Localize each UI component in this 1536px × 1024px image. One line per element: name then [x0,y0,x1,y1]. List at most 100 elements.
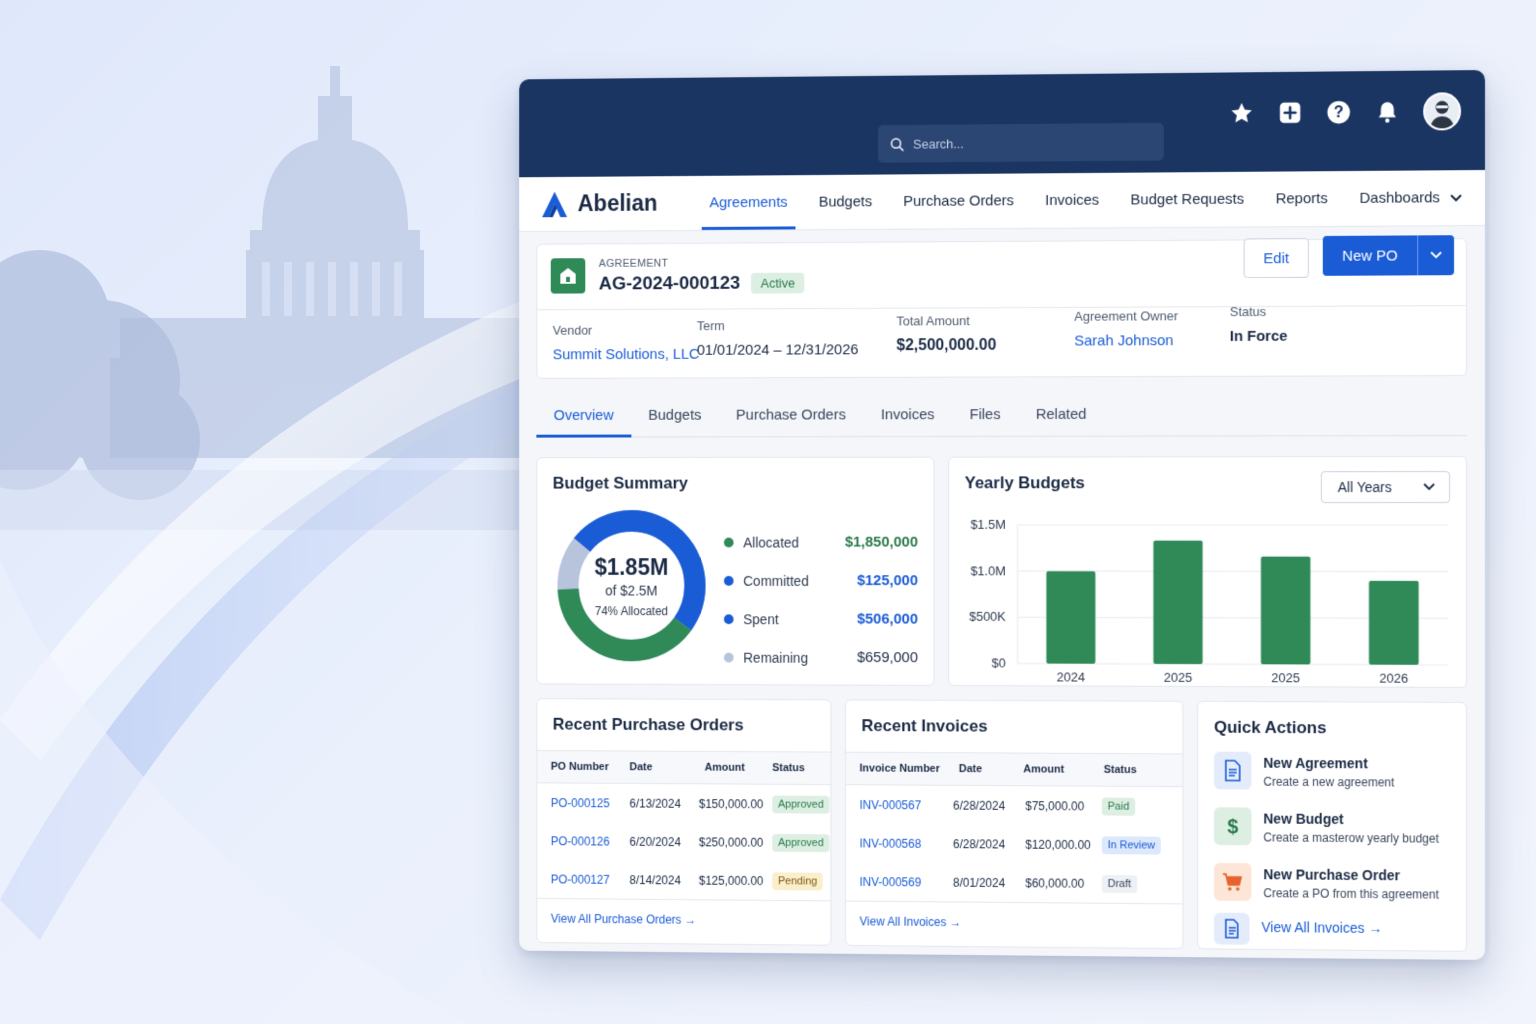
status-value: In Force [1229,327,1288,345]
invoice-date: 8/01/2024 [952,875,1006,890]
nav-dashboards[interactable]: Dashboards [1344,170,1478,226]
tab-overview[interactable]: Overview [536,394,631,436]
card-title: Recent Purchase Orders [552,714,744,735]
brand-name: Abelian [577,189,658,217]
action-description: Create a new agreement [1263,774,1395,790]
brand[interactable]: Abelian [540,188,694,218]
table-row[interactable]: PO-000127 8/14/2024 $125,000.00 Pending [537,860,830,901]
card-title: Recent Invoices [861,716,988,736]
legend-committed: Committed $125,000 [723,561,918,600]
invoice-number-link[interactable]: INV-000568 [860,836,953,851]
po-date: 6/20/2024 [629,834,681,849]
yearly-budgets-chart: $0 $500K $1.0M $1.5M 2024 2025 2025 2026 [969,517,1462,683]
user-avatar[interactable] [1423,92,1462,131]
owner-link[interactable]: Sarah Johnson [1074,332,1178,349]
nav-budgets[interactable]: Budgets [803,175,888,230]
legend-label: Spent [743,610,779,627]
tab-related[interactable]: Related [1018,393,1104,436]
legend-value: $1,850,000 [844,533,918,551]
legend-value: $659,000 [857,649,918,667]
legend-value: $506,000 [857,610,918,628]
table-row[interactable]: PO-000125 6/13/2024 $150,000.00 Approved [537,783,830,823]
invoice-amount: $60,000.00 [1025,875,1085,891]
nav-budget-requests[interactable]: Budget Requests [1115,172,1260,228]
table-row[interactable]: INV-000569 8/01/2024 $60,000.00 Draft [846,862,1182,903]
recent-purchase-orders-card: Recent Purchase Orders PO Number Date Am… [536,698,832,946]
bar-2025[interactable] [1153,540,1203,665]
budget-summary-card: Budget Summary $1.85M of $2.5M 74% Alloc… [536,456,935,686]
action-title: New Agreement [1263,754,1368,772]
view-all-pos-link[interactable]: View All Purchase Orders → [537,897,831,940]
years-select[interactable]: All Years [1320,471,1451,504]
search-input[interactable]: Search... [877,122,1164,163]
legend-dot [723,652,734,663]
new-po-label: New PO [1342,247,1398,265]
yearly-budgets-card: Yearly Budgets All Years $0 $500K $1.0M $1.… [948,456,1468,688]
bell-icon[interactable] [1374,99,1400,125]
tab-purchase-orders[interactable]: Purchase Orders [719,394,864,437]
new-agreement-action[interactable]: New Agreement Create a new agreement [1213,751,1395,791]
action-description: Create a masterow yearly budget [1263,830,1439,846]
new-po-dropdown[interactable] [1418,251,1454,259]
invoice-icon [1213,912,1250,945]
tab-files[interactable]: Files [952,393,1018,436]
po-number-link[interactable]: PO-000125 [551,796,630,810]
table-row[interactable]: INV-000567 6/28/2024 $75,000.00 Paid [846,785,1182,826]
column-header: Status [1103,763,1137,777]
invoice-number-link[interactable]: INV-000569 [860,875,953,890]
tab-budgets[interactable]: Budgets [631,394,719,436]
donut-center: $1.85M of $2.5M 74% Allocated [555,507,709,664]
tab-invoices[interactable]: Invoices [863,393,952,436]
abelian-logo-icon [542,191,568,217]
status-badge: In Review [1101,835,1162,855]
column-header: PO Number [550,760,609,773]
legend-dot [723,537,734,547]
column-header: Amount [1023,763,1065,776]
po-number-link[interactable]: PO-000127 [551,872,630,886]
action-title: New Purchase Order [1263,866,1401,884]
help-icon[interactable]: ? [1326,99,1352,125]
term-value: 01/01/2024 – 12/31/2026 [696,341,859,359]
plus-square-icon[interactable] [1277,100,1303,126]
action-description: Create a PO from this agreement [1263,886,1439,902]
card-title: Quick Actions [1213,717,1327,738]
allocated-amount: $1.85M [594,553,669,580]
view-all-invoices-link[interactable]: View All Invoices → [845,900,1183,944]
nav-reports[interactable]: Reports [1260,171,1344,226]
agreement-icon [550,258,586,294]
field-label: Status [1229,304,1267,320]
view-all-invoices-action[interactable]: View All Invoices → [1213,912,1382,946]
legend-remaining: Remaining $659,000 [723,638,918,677]
top-icons: ? [1229,92,1462,132]
nav-label: Dashboards [1359,189,1440,207]
search-placeholder: Search... [913,135,964,152]
x-tick-label: 2024 [1057,669,1085,683]
edit-button[interactable]: Edit [1243,238,1309,279]
new-purchase-order-action[interactable]: New Purchase Order Create a PO from this… [1213,862,1439,903]
bar-2025[interactable] [1260,556,1311,665]
po-number-link[interactable]: PO-000126 [551,834,630,848]
nav-invoices[interactable]: Invoices [1030,173,1115,228]
bar-2026[interactable] [1368,580,1419,665]
invoice-table: Invoice Number Date Amount Status INV-00… [845,751,1183,944]
new-po-button[interactable]: New PO [1322,235,1455,276]
vendor-link[interactable]: Summit Solutions, LLC [553,346,700,363]
agreement-eyebrow: AGREEMENT [598,257,669,270]
table-row[interactable]: PO-000126 6/20/2024 $250,000.00 Approved [537,822,830,862]
po-amount: $250,000.00 [698,834,764,850]
nav-label: Budget Requests [1130,190,1245,209]
invoice-number-link[interactable]: INV-000567 [860,798,953,812]
bar-2024[interactable] [1046,571,1096,664]
quick-actions-card: Quick Actions New Agreement Create a new… [1197,700,1468,952]
nav-label: Invoices [1045,191,1100,209]
app-window: Search... ? Abelian Agreements Budgets P… [519,70,1485,960]
nav-purchase-orders[interactable]: Purchase Orders [888,173,1030,228]
table-row[interactable]: INV-000568 6/28/2024 $120,000.00 In Revi… [846,824,1182,865]
star-icon[interactable] [1229,100,1255,126]
view-all-invoices-link[interactable]: View All Invoices → [1261,919,1382,936]
nav-agreements[interactable]: Agreements [694,175,803,230]
new-budget-action[interactable]: $ New Budget Create a masterow yearly bu… [1213,807,1439,846]
x-tick-label: 2025 [1164,670,1192,683]
column-header: Date [629,761,653,774]
svg-text:$: $ [1227,816,1238,838]
